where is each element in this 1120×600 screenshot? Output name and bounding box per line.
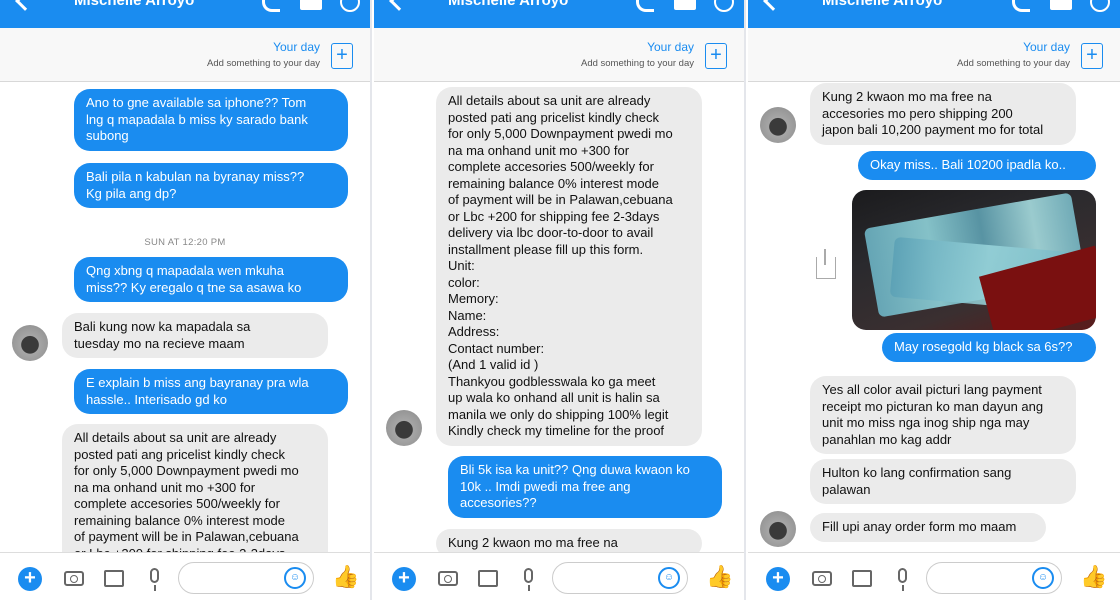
contact-name[interactable]: Mischelle Arroyo <box>74 0 194 9</box>
chat-panel-2: Mischelle Arroyo Your day Add something … <box>374 0 746 600</box>
message-outgoing: Bli 5k isa ka unit?? Qng duwa kwaon ko 1… <box>448 456 722 518</box>
message-incoming: All details about sa unit are already po… <box>62 424 328 552</box>
contact-name[interactable]: Mischelle Arroyo <box>822 0 942 9</box>
gallery-icon[interactable] <box>478 570 498 587</box>
phone-icon[interactable] <box>636 0 654 12</box>
avatar[interactable] <box>760 107 796 143</box>
your-day-subtitle: Add something to your day <box>206 58 320 69</box>
your-day-bar: Your day Add something to your day + <box>0 28 370 82</box>
add-story-icon[interactable]: + <box>1081 43 1103 69</box>
info-icon[interactable] <box>340 0 360 12</box>
chat-header: Mischelle Arroyo <box>748 0 1120 28</box>
info-icon[interactable] <box>714 0 734 12</box>
your-day-subtitle: Add something to your day <box>956 58 1070 69</box>
camera-icon[interactable] <box>64 571 84 586</box>
video-icon[interactable] <box>674 0 696 10</box>
message-outgoing: E explain b miss ang bayranay pra wla ha… <box>74 369 348 414</box>
add-story-icon[interactable]: + <box>705 43 727 69</box>
emoji-icon[interactable]: ☺ <box>284 567 306 589</box>
your-day-title[interactable]: Your day <box>647 40 694 54</box>
info-icon[interactable] <box>1090 0 1110 12</box>
plus-icon[interactable]: + <box>392 567 416 591</box>
chat-panel-1: Mischelle Arroyo Your day Add something … <box>0 0 372 600</box>
chat-header: Mischelle Arroyo <box>0 0 370 28</box>
message-composer: + ☺ 👍 <box>748 552 1120 600</box>
message-outgoing: Bali pila n kabulan na byranay miss?? Kg… <box>74 163 348 208</box>
avatar[interactable] <box>12 325 48 361</box>
thumbs-up-icon[interactable]: 👍 <box>706 565 733 589</box>
emoji-icon[interactable]: ☺ <box>658 567 680 589</box>
back-arrow-icon[interactable] <box>389 0 409 11</box>
video-icon[interactable] <box>300 0 322 10</box>
message-incoming: Kung 2 kwaon mo ma free na <box>436 529 702 552</box>
avatar[interactable] <box>386 410 422 446</box>
thumbs-up-icon[interactable]: 👍 <box>1080 565 1107 589</box>
contact-name[interactable]: Mischelle Arroyo <box>448 0 568 9</box>
your-day-title[interactable]: Your day <box>1023 40 1070 54</box>
microphone-icon[interactable] <box>898 568 907 591</box>
message-outgoing: Ano to gne available sa iphone?? Tom lng… <box>74 89 348 151</box>
chat-panel-3: Mischelle Arroyo Your day Add something … <box>748 0 1120 600</box>
message-incoming: Yes all color avail picturi lang payment… <box>810 376 1076 454</box>
message-composer: + ☺ 👍 <box>374 552 744 600</box>
add-story-icon[interactable]: + <box>331 43 353 69</box>
message-outgoing: Qng xbng q mapadala wen mkuha miss?? Ky … <box>74 257 348 302</box>
emoji-icon[interactable]: ☺ <box>1032 567 1054 589</box>
back-arrow-icon[interactable] <box>15 0 35 11</box>
gallery-icon[interactable] <box>104 570 124 587</box>
message-incoming: Bali kung now ka mapadala sa tuesday mo … <box>62 313 328 358</box>
message-incoming: All details about sa unit are already po… <box>436 87 702 446</box>
chat-header: Mischelle Arroyo <box>374 0 744 28</box>
your-day-bar: Your day Add something to your day + <box>748 28 1120 82</box>
message-incoming: Hulton ko lang confirmation sang palawan <box>810 459 1076 504</box>
money-photo[interactable] <box>852 190 1096 330</box>
message-outgoing: Okay miss.. Bali 10200 ipadla ko.. <box>858 151 1096 180</box>
message-list[interactable]: Ano to gne available sa iphone?? Tom lng… <box>0 83 370 552</box>
message-composer: + ☺ 👍 <box>0 552 370 600</box>
camera-icon[interactable] <box>438 571 458 586</box>
message-timestamp: SUN AT 12:20 PM <box>144 237 226 248</box>
your-day-bar: Your day Add something to your day + <box>374 28 744 82</box>
microphone-icon[interactable] <box>150 568 159 591</box>
back-arrow-icon[interactable] <box>763 0 783 11</box>
microphone-icon[interactable] <box>524 568 533 591</box>
video-icon[interactable] <box>1050 0 1072 10</box>
message-incoming: Fill upi anay order form mo maam <box>810 513 1046 542</box>
phone-icon[interactable] <box>262 0 280 12</box>
plus-icon[interactable]: + <box>18 567 42 591</box>
phone-icon[interactable] <box>1012 0 1030 12</box>
message-list[interactable]: Kung 2 kwaon mo ma free na accesories mo… <box>748 83 1120 552</box>
share-icon[interactable] <box>816 249 836 279</box>
gallery-icon[interactable] <box>852 570 872 587</box>
message-incoming: Kung 2 kwaon mo ma free na accesories mo… <box>810 83 1076 145</box>
your-day-subtitle: Add something to your day <box>580 58 694 69</box>
camera-icon[interactable] <box>812 571 832 586</box>
message-outgoing: May rosegold kg black sa 6s?? <box>882 333 1096 362</box>
plus-icon[interactable]: + <box>766 567 790 591</box>
avatar[interactable] <box>760 511 796 547</box>
your-day-title[interactable]: Your day <box>273 40 320 54</box>
thumbs-up-icon[interactable]: 👍 <box>332 565 359 589</box>
message-list[interactable]: All details about sa unit are already po… <box>374 83 744 552</box>
